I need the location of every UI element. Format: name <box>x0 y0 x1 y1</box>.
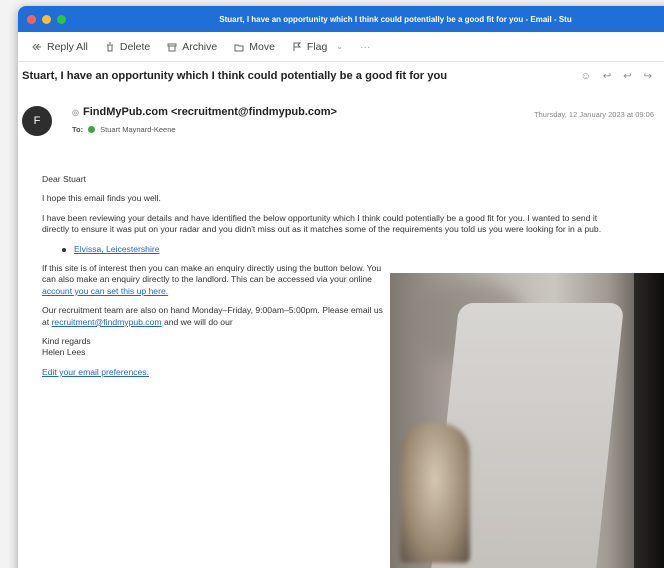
title-bar: Stuart, I have an opportunity which I th… <box>18 6 664 32</box>
close-window-button[interactable] <box>27 14 36 24</box>
chevron-down-icon[interactable]: ⌄ <box>336 42 343 51</box>
reply-all-small-icon[interactable]: ↩ <box>623 71 631 82</box>
flag-icon <box>293 42 302 51</box>
flag-button[interactable]: Flag ⌄ <box>292 41 343 53</box>
window-controls <box>27 14 66 24</box>
minimize-window-button[interactable] <box>42 14 51 24</box>
folder-move-icon <box>234 44 244 51</box>
trash-icon <box>106 42 113 51</box>
reply-all-icon <box>32 43 41 50</box>
sender-avatar: F <box>22 106 52 136</box>
recipient-name[interactable]: Stuart Maynard-Keene <box>100 125 175 134</box>
archive-label: Archive <box>182 40 218 53</box>
paragraph-3-text: If this site is of interest then you can… <box>42 263 382 285</box>
more-actions-button[interactable]: ··· <box>360 41 371 53</box>
window-title: Stuart, I have an opportunity which I th… <box>219 14 572 24</box>
paragraph-4: Our recruitment team are also on hand Mo… <box>42 305 387 328</box>
paragraph-3: If this site is of interest then you can… <box>42 263 387 297</box>
paragraph-2: I have been reviewing your details and h… <box>42 212 602 235</box>
flag-label: Flag <box>306 40 328 53</box>
bullet-icon <box>62 247 66 252</box>
toolbar: Reply All Delete Archive Move Flag ⌄ ··· <box>18 32 664 62</box>
email-date: Thursday, 12 January 2023 at 09:06 <box>534 110 654 119</box>
sender-status-icon: ◎ <box>72 107 79 117</box>
reply-icon[interactable]: ↩ <box>603 71 611 82</box>
signer-name: Helen Lees <box>42 347 86 358</box>
delete-button[interactable]: Delete <box>105 41 150 53</box>
archive-icon <box>167 43 177 51</box>
email-preferences-link[interactable]: Edit your email preferences. <box>42 367 149 377</box>
recipient-row: To: Stuart Maynard-Keene <box>72 125 176 134</box>
opportunity-link[interactable]: Elvissa, Leicestershire <box>74 244 160 255</box>
archive-button[interactable]: Archive <box>167 41 217 53</box>
sender-address[interactable]: FindMyPub.com <recruitment@findmypub.com… <box>83 106 337 118</box>
move-label: Move <box>249 40 275 53</box>
subject-row: Stuart, I have an opportunity which I th… <box>22 70 652 82</box>
message-actions: ☺ ↩ ↩ ↪ <box>581 71 652 82</box>
greeting: Dear Stuart <box>42 174 86 184</box>
paragraph-1: I hope this email finds you well. <box>42 193 161 204</box>
smiley-icon[interactable]: ☺ <box>581 71 591 82</box>
reply-all-label: Reply All <box>47 40 88 53</box>
recruitment-email-link[interactable]: recruitment@findmypub.com <box>52 317 162 327</box>
sign-off: Kind regards <box>42 336 91 347</box>
opportunity-list-item: Elvissa, Leicestershire <box>62 244 602 255</box>
move-button[interactable]: Move <box>234 41 275 53</box>
sender-row: ◎ FindMyPub.com <recruitment@findmypub.c… <box>72 106 337 118</box>
reply-all-button[interactable]: Reply All <box>32 41 88 53</box>
overlay-photo <box>390 273 664 568</box>
account-setup-link[interactable]: account you can set this up here. <box>42 286 168 296</box>
delete-label: Delete <box>119 40 151 53</box>
email-subject: Stuart, I have an opportunity which I th… <box>22 70 448 82</box>
zoom-window-button[interactable] <box>57 14 66 24</box>
forward-icon[interactable]: ↪ <box>644 71 652 82</box>
presence-dot-icon <box>88 126 96 133</box>
to-label: To: <box>72 125 84 134</box>
paragraph-4-tail: and we will do our <box>163 316 233 327</box>
